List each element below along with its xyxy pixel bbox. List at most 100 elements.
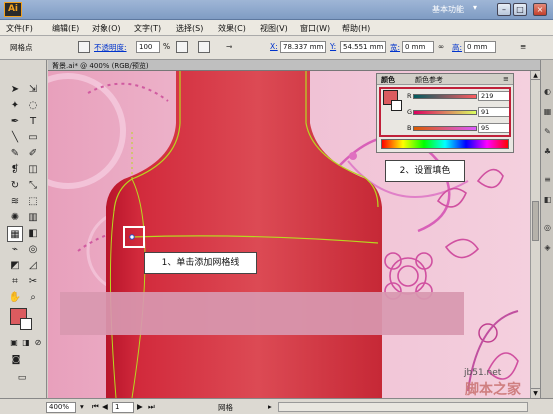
- color-panel-icon[interactable]: ◐: [541, 84, 553, 100]
- artboard-canvas[interactable]: 颜色 颜色参考 ≡ R 219 G 91 B 95 1、单击添加网格线 2、设置…: [48, 71, 530, 398]
- eraser-tool-icon[interactable]: ◫: [25, 162, 41, 178]
- tab-color-guide[interactable]: 颜色参考: [415, 75, 443, 85]
- gradient-panel-icon[interactable]: ◧: [541, 192, 553, 208]
- line-tool-icon[interactable]: ╲: [7, 130, 23, 146]
- opacity-label[interactable]: 不透明度:: [94, 42, 127, 53]
- lasso-tool-icon[interactable]: ◌: [25, 98, 41, 114]
- color-panel-header: 颜色 颜色参考 ≡: [377, 74, 513, 85]
- menu-file[interactable]: 文件(F): [6, 23, 33, 34]
- current-tool-status[interactable]: 网格: [218, 402, 233, 413]
- last-page-icon[interactable]: ⏭: [148, 402, 155, 412]
- scroll-down-icon[interactable]: ▼: [531, 388, 540, 397]
- first-page-icon[interactable]: ⏮: [92, 402, 99, 412]
- document-tab[interactable]: 背景.ai* @ 400% (RGB/预览) ×: [48, 60, 540, 71]
- status-menu-icon[interactable]: ▸: [268, 402, 272, 411]
- anchor-convert-icon[interactable]: ⊸: [226, 42, 232, 51]
- symbol-sprayer-tool-icon[interactable]: ✺: [7, 210, 23, 226]
- stroke-swatch[interactable]: [20, 318, 32, 330]
- watermark-site: jb51.net: [464, 368, 502, 378]
- mesh-point[interactable]: [129, 234, 135, 240]
- x-input[interactable]: 78.337 mm: [280, 41, 326, 53]
- zoom-tool-icon[interactable]: ⌕: [25, 290, 41, 306]
- workspace-switcher[interactable]: 基本功能: [432, 4, 464, 15]
- page-field[interactable]: 1: [112, 402, 134, 413]
- pen-tool-icon[interactable]: ✒: [7, 114, 23, 130]
- menu-effect[interactable]: 效果(C): [218, 23, 246, 34]
- free-transform-tool-icon[interactable]: ⬚: [25, 194, 41, 210]
- type-tool-icon[interactable]: T: [25, 114, 41, 130]
- chevron-down-icon[interactable]: ▾: [473, 3, 477, 12]
- align-icon[interactable]: [176, 41, 188, 53]
- tools-panel: ➤ ⇲ ✦ ◌ ✒ T ╲ ▭ ✎ ✐ ❡ ◫ ↻ ⤡ ≋ ⬚ ✺ ▥ ▦ ◧ …: [0, 60, 47, 400]
- tab-color[interactable]: 颜色: [381, 75, 395, 85]
- width-input[interactable]: 0 mm: [402, 41, 434, 53]
- magic-wand-tool-icon[interactable]: ✦: [7, 98, 23, 114]
- panel-menu-icon[interactable]: ≡: [503, 75, 509, 83]
- minimize-button[interactable]: –: [497, 3, 511, 16]
- appearance-panel-icon[interactable]: ◎: [541, 220, 553, 236]
- screen-mode-icon[interactable]: ▭: [14, 370, 30, 386]
- transform-icon[interactable]: [198, 41, 210, 53]
- blend-tool-icon[interactable]: ◎: [25, 242, 41, 258]
- graph-tool-icon[interactable]: ▥: [25, 210, 41, 226]
- selection-tool-icon[interactable]: ➤: [7, 82, 23, 98]
- warp-tool-icon[interactable]: ≋: [7, 194, 23, 210]
- maximize-button[interactable]: □: [513, 3, 527, 16]
- y-input[interactable]: 54.551 mm: [340, 41, 386, 53]
- vertical-scrollbar[interactable]: ▲ ▼: [530, 71, 540, 398]
- artboard-tool-icon[interactable]: ⌗: [7, 274, 23, 290]
- eyedropper-tool-icon[interactable]: ⌁: [7, 242, 23, 258]
- fill-stroke-swatches[interactable]: [8, 306, 32, 330]
- link-icon[interactable]: ∞: [438, 42, 444, 51]
- prev-page-icon[interactable]: ◀: [102, 402, 108, 411]
- scale-tool-icon[interactable]: ⤡: [25, 178, 41, 194]
- app-logo: Ai: [4, 2, 22, 17]
- swatches-panel-icon[interactable]: ▦: [541, 104, 553, 120]
- height-label[interactable]: 高:: [452, 42, 462, 53]
- menu-type[interactable]: 文字(T): [134, 23, 161, 34]
- live-paint-tool-icon[interactable]: ◩: [7, 258, 23, 274]
- symbols-panel-icon[interactable]: ♣: [541, 144, 553, 160]
- brush-tool-icon[interactable]: ✎: [7, 146, 23, 162]
- height-input[interactable]: 0 mm: [464, 41, 496, 53]
- horizontal-scrollbar[interactable]: [278, 402, 528, 412]
- stroke-panel-icon[interactable]: ≡: [541, 172, 553, 188]
- blob-brush-tool-icon[interactable]: ❡: [7, 162, 23, 178]
- direct-selection-tool-icon[interactable]: ⇲: [25, 82, 41, 98]
- color-panel: 颜色 颜色参考 ≡ R 219 G 91 B 95: [376, 73, 514, 153]
- close-document-icon[interactable]: ×: [52, 61, 58, 69]
- y-label[interactable]: Y:: [330, 42, 336, 51]
- opacity-input[interactable]: 100: [136, 41, 160, 53]
- zoom-field[interactable]: 400%: [46, 402, 76, 413]
- pencil-tool-icon[interactable]: ✐: [25, 146, 41, 162]
- width-label[interactable]: 宽:: [390, 42, 400, 53]
- menu-bar: 文件(F) 编辑(E) 对象(O) 文字(T) 选择(S) 效果(C) 视图(V…: [0, 20, 553, 36]
- hand-tool-icon[interactable]: ✋: [7, 290, 23, 306]
- brushes-panel-icon[interactable]: ✎: [541, 124, 553, 140]
- none-mode-icon[interactable]: ⊘: [30, 335, 46, 351]
- rotate-tool-icon[interactable]: ↻: [7, 178, 23, 194]
- close-button[interactable]: ×: [533, 3, 547, 16]
- watermark-name: 脚本之家: [465, 382, 521, 398]
- menu-help[interactable]: 帮助(H): [342, 23, 370, 34]
- menu-object[interactable]: 对象(O): [92, 23, 121, 34]
- menu-edit[interactable]: 编辑(E): [52, 23, 79, 34]
- scissors-tool-icon[interactable]: ✂: [25, 274, 41, 290]
- next-page-icon[interactable]: ▶: [137, 402, 143, 411]
- menu-window[interactable]: 窗口(W): [300, 23, 330, 34]
- slice-tool-icon[interactable]: ◿: [25, 258, 41, 274]
- gradient-tool-icon[interactable]: ◧: [25, 226, 41, 242]
- style-swatch[interactable]: [78, 41, 90, 53]
- mesh-tool-icon[interactable]: ▦: [7, 226, 23, 242]
- panel-menu-icon[interactable]: ≡: [520, 42, 526, 51]
- color-spectrum[interactable]: [381, 139, 509, 149]
- x-label[interactable]: X:: [270, 42, 278, 51]
- zoom-dropdown-icon[interactable]: ▾: [80, 402, 84, 411]
- scroll-thumb[interactable]: [532, 201, 539, 241]
- scroll-up-icon[interactable]: ▲: [531, 71, 540, 80]
- menu-select[interactable]: 选择(S): [176, 23, 203, 34]
- layers-panel-icon[interactable]: ◈: [541, 240, 553, 256]
- draw-mode-icon[interactable]: ◙: [8, 352, 24, 368]
- menu-view[interactable]: 视图(V): [260, 23, 288, 34]
- rectangle-tool-icon[interactable]: ▭: [25, 130, 41, 146]
